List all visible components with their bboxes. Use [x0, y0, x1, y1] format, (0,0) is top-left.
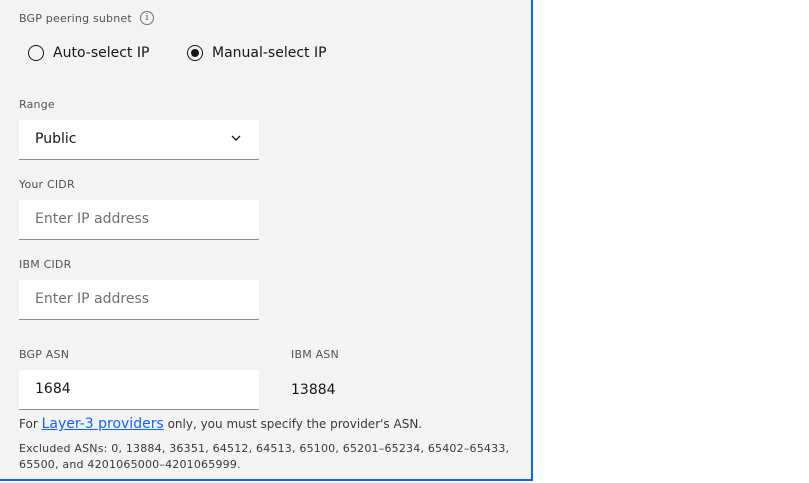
range-label: Range	[19, 98, 55, 111]
bgp-settings-panel: BGP peering subnet i Auto-select IP Manu…	[0, 0, 533, 481]
your-cidr-placeholder: Enter IP address	[35, 211, 150, 227]
ibm-asn-label: IBM ASN	[291, 348, 339, 361]
helper-prefix: For	[19, 417, 42, 431]
your-cidr-label: Your CIDR	[19, 178, 75, 191]
excluded-asns-text: Excluded ASNs: 0, 13884, 36351, 64512, 6…	[19, 442, 510, 471]
range-select-value: Public	[35, 131, 77, 147]
ibm-cidr-label: IBM CIDR	[19, 258, 72, 271]
chevron-down-icon	[231, 135, 241, 141]
manual-select-ip-radio[interactable]	[187, 45, 203, 61]
manual-select-ip-label[interactable]: Manual-select IP	[212, 45, 327, 61]
bgp-peering-subnet-label: BGP peering subnet	[19, 12, 132, 25]
info-icon[interactable]: i	[140, 11, 154, 25]
bgp-asn-input[interactable]: 1684	[19, 370, 259, 410]
layer-3-providers-link[interactable]: Layer-3 providers	[42, 416, 164, 432]
helper-suffix: only, you must specify the provider's AS…	[163, 417, 423, 431]
bgp-asn-label: BGP ASN	[19, 348, 70, 361]
ibm-cidr-placeholder: Enter IP address	[35, 291, 150, 307]
range-select[interactable]: Public	[19, 120, 259, 160]
auto-select-ip-label[interactable]: Auto-select IP	[53, 45, 149, 61]
ibm-cidr-input[interactable]: Enter IP address	[19, 280, 259, 320]
your-cidr-input[interactable]: Enter IP address	[19, 200, 259, 240]
auto-select-ip-radio[interactable]	[28, 45, 44, 61]
asn-helper-text: For Layer-3 providers only, you must spe…	[19, 416, 422, 432]
bgp-asn-value: 1684	[35, 381, 71, 397]
ibm-asn-value: 13884	[291, 382, 336, 398]
